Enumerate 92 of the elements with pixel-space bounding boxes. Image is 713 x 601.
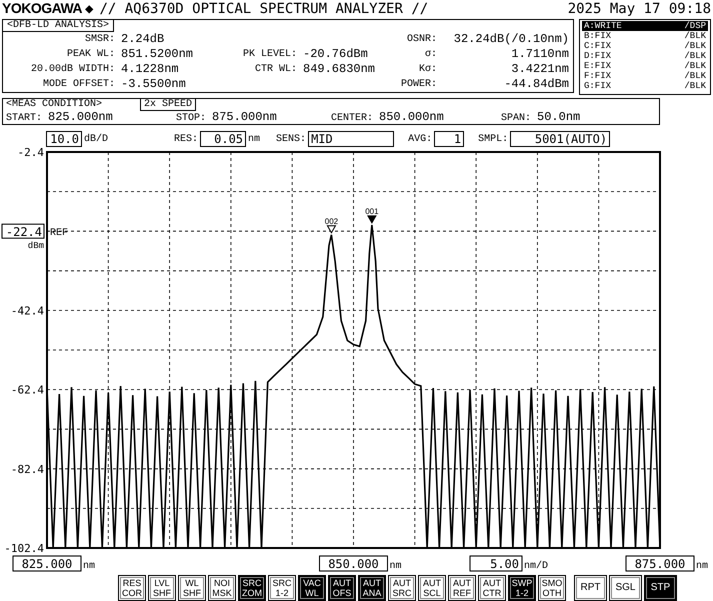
measurement-value: -3.5500nm — [121, 77, 187, 92]
function-key[interactable]: AUT SCL — [418, 575, 446, 601]
function-key[interactable]: LVL SHF — [148, 575, 176, 601]
condition-label: START: — [6, 113, 42, 124]
reference-level-field[interactable]: -22.4 — [2, 224, 44, 240]
measurement-label: σ: — [424, 48, 438, 62]
wavelength-field[interactable]: 850.000 — [319, 556, 388, 572]
measurement-value: 851.5200nm — [121, 47, 194, 62]
measurement-label: PK LEVEL: — [242, 48, 298, 62]
panel-title: <MEAS CONDITION> — [6, 99, 102, 110]
condition-label: CENTER: — [331, 113, 374, 124]
function-key[interactable]: SWP 1-2 — [508, 575, 536, 601]
measurement-value: 4.1228nm — [121, 62, 180, 77]
trace-item[interactable]: D:FIX /BLK — [582, 51, 708, 61]
function-key[interactable]: AUT OFS — [328, 575, 356, 601]
setting-label: RES: — [174, 134, 198, 144]
measurement-value: 3.4221nm — [510, 62, 569, 77]
function-key[interactable]: AUT ANA — [358, 575, 386, 601]
trace-item[interactable]: B:FIX /BLK — [582, 31, 708, 41]
panel-title: <DFB-LD ANALYSIS> — [3, 20, 114, 32]
measurement-label: MODE OFFSET: — [42, 78, 116, 92]
function-key[interactable]: SRC 1-2 — [268, 575, 296, 601]
trace-item[interactable]: F:FIX /BLK — [582, 71, 708, 81]
x-tick-label: 875.000 — [634, 557, 686, 571]
condition-value: 850.000nm — [379, 110, 444, 125]
function-key[interactable]: SRC ZOM — [238, 575, 266, 601]
date-time: 2025 May 17 09:18 — [568, 1, 711, 17]
setting-label: SENS: — [276, 134, 306, 144]
annotation: 002 — [324, 216, 339, 226]
condition-label: SPAN: — [501, 113, 532, 124]
measurement-label: 20.00dB WIDTH: — [30, 62, 116, 77]
measurement-value: 1.7110nm — [510, 47, 569, 62]
measurement-value: 849.6830nm — [303, 62, 376, 77]
setting-field[interactable]: 10.0 — [46, 131, 82, 147]
measurement-label: Kσ: — [418, 63, 438, 77]
reference-label: REF — [50, 228, 68, 240]
trace-item[interactable]: E:FIX /BLK — [582, 61, 708, 71]
unit-label: nm — [248, 134, 260, 144]
function-key[interactable]: AUT SRC — [388, 575, 416, 601]
unit-label: dBm — [28, 241, 44, 252]
function-key[interactable]: WL SHF — [178, 575, 206, 601]
measurement-value: 2.24dB — [121, 32, 166, 47]
axis-tick-label: -82.4 — [10, 462, 44, 476]
function-key[interactable]: RES COR — [118, 575, 146, 601]
condition-value: 825.000nm — [48, 110, 113, 125]
condition-value: 50.0nm — [537, 110, 580, 125]
function-key[interactable]: NOI MSK — [208, 575, 236, 601]
unit-label: nm — [390, 561, 402, 572]
setting-field[interactable]: MID — [308, 131, 394, 147]
sweep-key[interactable]: STP — [644, 575, 677, 601]
measurement-value: 32.24dB(/0.10nm) — [452, 32, 569, 47]
trace-item[interactable]: C:FIX /BLK — [582, 41, 708, 51]
axis-tick-label: -2.4 — [18, 148, 44, 159]
measurement-value: -44.84dBm — [503, 77, 569, 92]
wavelength-field[interactable]: 825.000 — [12, 556, 82, 572]
condition-value: 875.000nm — [212, 110, 277, 125]
x-tick-label: 850.000 — [328, 557, 379, 571]
wavelength-field[interactable]: 875.000 — [626, 556, 694, 572]
unit-label: nm — [696, 561, 708, 572]
sweep-key[interactable]: RPT — [574, 575, 607, 601]
unit-label: dB/D — [84, 134, 108, 144]
function-key[interactable]: VAC WL — [298, 575, 326, 601]
measurement-value: -20.76dBm — [303, 47, 369, 62]
x-tick-label: 825.000 — [22, 557, 72, 571]
unit-label: nm/D — [524, 561, 548, 572]
axis-tick-label: -102.4 — [4, 542, 44, 555]
measurement-label: PEAK WL: — [66, 48, 116, 62]
function-key[interactable]: AUT REF — [448, 575, 476, 601]
axis-tick-label: -42.4 — [10, 304, 44, 318]
speed-badge: 2x SPEED — [140, 98, 196, 111]
brand-logo: YOKOGAWA — [2, 0, 82, 16]
measurement-label: CTR WL: — [254, 63, 298, 77]
scale-field[interactable]: 5.00 — [470, 556, 522, 572]
function-key[interactable]: AUT CTR — [478, 575, 506, 601]
trace-item[interactable]: A:WRITE /DSP — [582, 21, 708, 31]
measurement-label: SMSR: — [84, 33, 116, 47]
setting-label: AVG: — [408, 134, 432, 144]
axis-tick-label: -62.4 — [10, 384, 44, 397]
measurement-label: POWER: — [400, 78, 438, 92]
condition-label: STOP: — [176, 113, 206, 124]
sweep-key[interactable]: SGL — [609, 575, 642, 601]
unit-label: nm — [83, 561, 96, 572]
setting-field[interactable]: 1 — [434, 131, 464, 147]
setting-label: SMPL: — [478, 134, 508, 144]
measurement-label: OSNR: — [406, 33, 438, 47]
diamond-icon: ◆ — [85, 1, 94, 18]
function-key[interactable]: SMO OTH — [538, 575, 566, 601]
setting-field[interactable]: 5001(AUTO) — [510, 131, 610, 147]
window-title: // AQ6370D OPTICAL SPECTRUM ANALYZER // — [99, 1, 428, 17]
trace-item[interactable]: G:FIX /BLK — [582, 81, 708, 91]
setting-field[interactable]: 0.05 — [200, 131, 246, 147]
annotation: 001 — [365, 206, 380, 216]
